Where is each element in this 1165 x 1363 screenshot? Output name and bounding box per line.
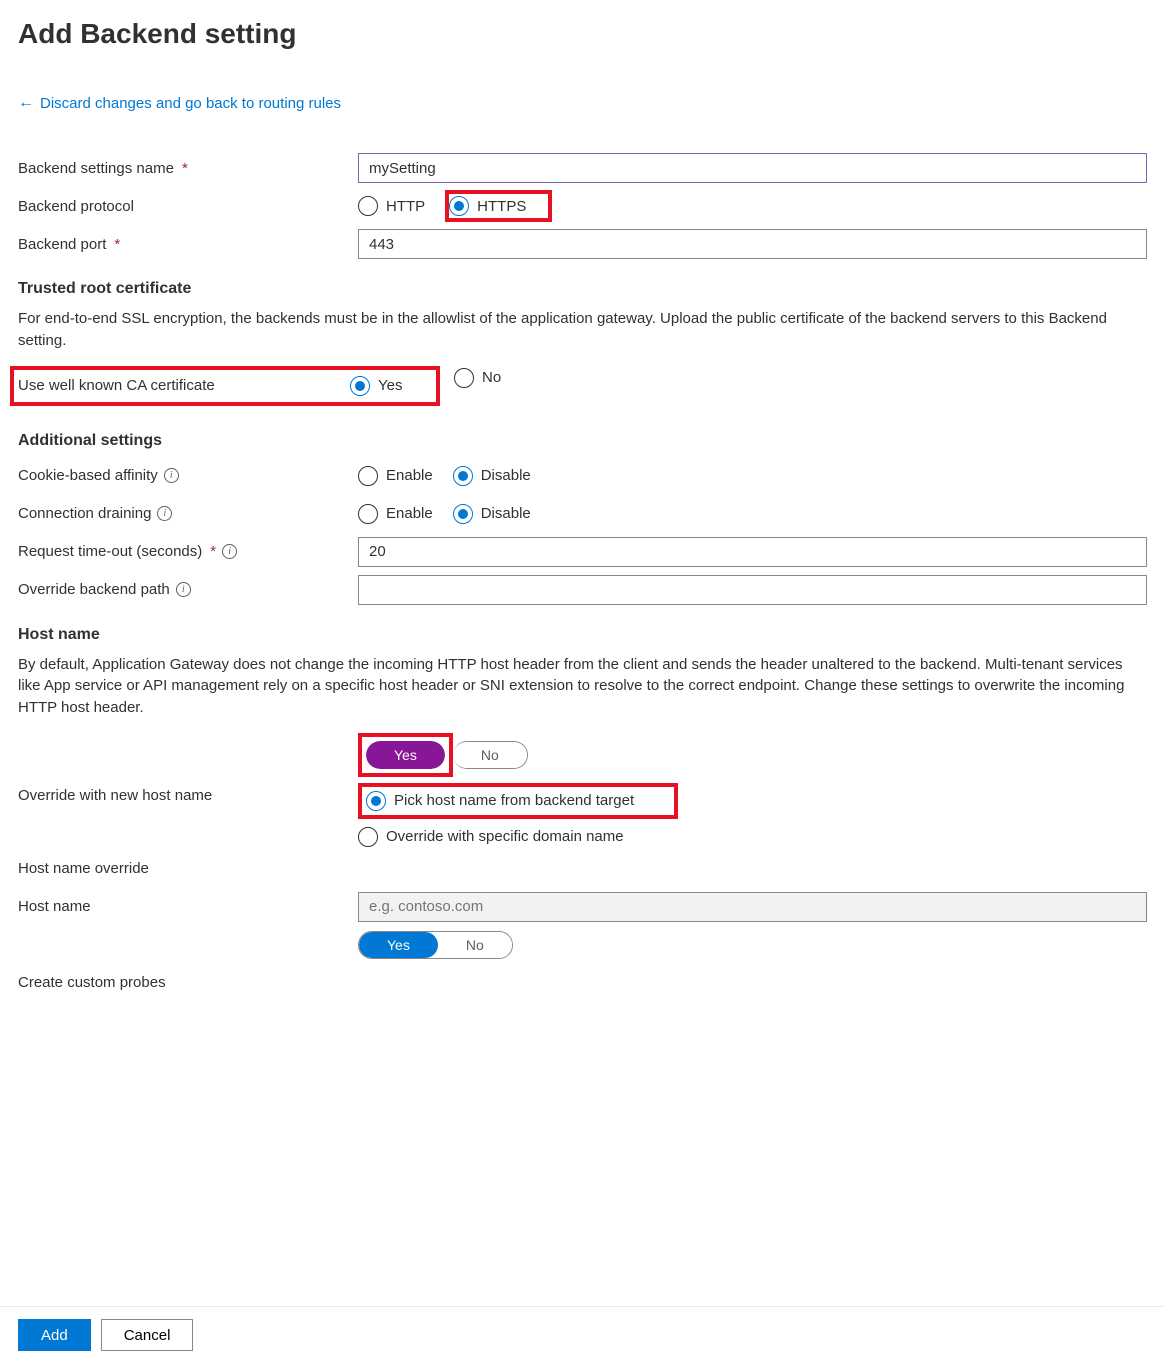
- cookie-disable-radio[interactable]: Disable: [453, 466, 531, 486]
- page-title: Add Backend setting: [18, 18, 1147, 50]
- trusted-heading: Trusted root certificate: [18, 280, 1147, 298]
- protocol-http-radio[interactable]: HTTP: [358, 196, 425, 216]
- override-hostname-toggle[interactable]: Yes: [366, 741, 445, 769]
- additional-heading: Additional settings: [18, 432, 1147, 450]
- custom-probes-toggle[interactable]: Yes No: [358, 931, 513, 959]
- override-yes-pill[interactable]: Yes: [366, 741, 445, 769]
- timeout-label: Request time-out (seconds): [18, 543, 202, 560]
- cancel-button[interactable]: Cancel: [101, 1319, 194, 1351]
- trusted-desc: For end-to-end SSL encryption, the backe…: [18, 308, 1147, 352]
- override-path-input[interactable]: [358, 575, 1147, 605]
- footer-bar: Add Cancel: [0, 1306, 1165, 1363]
- protocol-label: Backend protocol: [18, 198, 134, 215]
- conn-enable-radio[interactable]: Enable: [358, 504, 433, 524]
- discard-back-link[interactable]: ← Discard changes and go back to routing…: [18, 94, 341, 112]
- port-label: Backend port: [18, 236, 106, 253]
- required-asterisk: *: [114, 236, 120, 253]
- protocol-http-text: HTTP: [386, 198, 425, 215]
- cookie-disable-text: Disable: [481, 467, 531, 484]
- cookie-enable-radio[interactable]: Enable: [358, 466, 433, 486]
- timeout-input[interactable]: [358, 537, 1147, 567]
- ca-cert-highlight-box: Use well known CA certificate Yes: [10, 366, 440, 406]
- pick-backend-highlight: Pick host name from backend target: [358, 783, 678, 819]
- settings-name-input[interactable]: [358, 153, 1147, 183]
- ca-yes-text: Yes: [378, 377, 402, 394]
- pick-backend-radio[interactable]: Pick host name from backend target: [366, 791, 634, 811]
- required-asterisk: *: [210, 543, 216, 560]
- conn-disable-text: Disable: [481, 505, 531, 522]
- conn-disable-radio[interactable]: Disable: [453, 504, 531, 524]
- hostname-input: [358, 892, 1147, 922]
- ca-cert-label: Use well known CA certificate: [18, 377, 215, 394]
- override-new-host-label: Override with new host name: [18, 787, 212, 804]
- protocol-https-radio[interactable]: HTTPS: [449, 196, 526, 216]
- hostname-heading: Host name: [18, 626, 1147, 644]
- hostname-desc: By default, Application Gateway does not…: [18, 654, 1147, 719]
- info-icon[interactable]: i: [164, 468, 179, 483]
- protocol-https-text: HTTPS: [477, 198, 526, 215]
- probes-no-pill[interactable]: No: [438, 932, 512, 958]
- ca-yes-radio[interactable]: Yes: [350, 376, 402, 396]
- settings-name-label: Backend settings name: [18, 160, 174, 177]
- info-icon[interactable]: i: [222, 544, 237, 559]
- port-input[interactable]: [358, 229, 1147, 259]
- probes-yes-pill[interactable]: Yes: [359, 932, 438, 958]
- required-asterisk: *: [182, 160, 188, 177]
- info-icon[interactable]: i: [157, 506, 172, 521]
- override-specific-text: Override with specific domain name: [386, 828, 624, 845]
- info-icon[interactable]: i: [176, 582, 191, 597]
- back-link-text: Discard changes and go back to routing r…: [40, 95, 341, 112]
- pick-backend-text: Pick host name from backend target: [394, 792, 634, 809]
- override-yes-highlight: Yes: [358, 733, 453, 777]
- cookie-enable-text: Enable: [386, 467, 433, 484]
- ca-no-radio[interactable]: No: [454, 368, 501, 388]
- custom-probes-label: Create custom probes: [18, 974, 166, 991]
- arrow-left-icon: ←: [18, 94, 34, 112]
- add-button[interactable]: Add: [18, 1319, 91, 1351]
- connection-draining-label: Connection draining: [18, 505, 151, 522]
- conn-enable-text: Enable: [386, 505, 433, 522]
- https-highlight-box: HTTPS: [445, 190, 552, 222]
- hostname-field-label: Host name: [18, 898, 91, 915]
- ca-no-text: No: [482, 369, 501, 386]
- override-path-label: Override backend path: [18, 581, 170, 598]
- cookie-affinity-label: Cookie-based affinity: [18, 467, 158, 484]
- hostname-override-label: Host name override: [18, 860, 149, 877]
- override-specific-radio[interactable]: Override with specific domain name: [358, 827, 624, 847]
- override-no-pill[interactable]: No: [453, 742, 527, 768]
